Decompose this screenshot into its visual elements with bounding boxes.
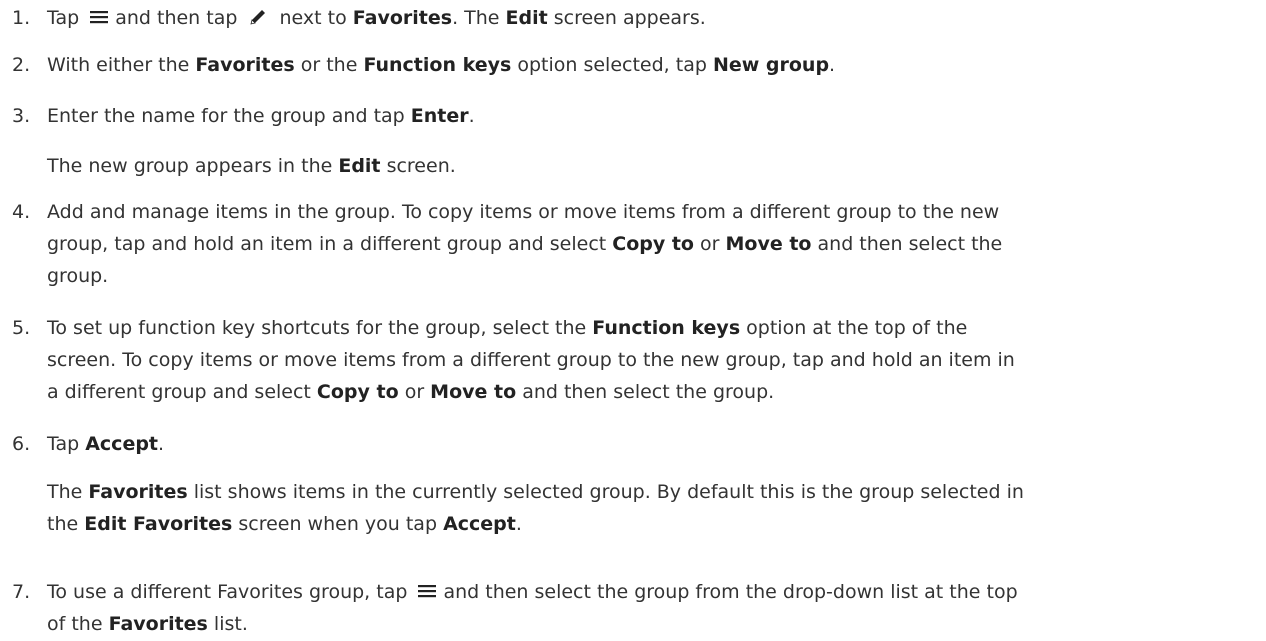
step-note-line-2: the Edit Favorites screen when you tap A… <box>47 513 522 535</box>
step-text-line-2: group, tap and hold an item in a differe… <box>47 233 1003 255</box>
hamburger-menu-icon <box>89 7 111 27</box>
step-text-line-1: To set up function key shortcuts for the… <box>47 317 968 339</box>
step-text-line-1: To use a different Favorites group, tap … <box>47 581 1018 603</box>
step-text-line-3: group. <box>47 265 109 287</box>
step-text: With either the Favorites or the Functio… <box>47 54 836 76</box>
step-number: 1. <box>12 7 31 29</box>
step-text: Enter the name for the group and tap Ent… <box>47 105 475 127</box>
step-text: Tap Accept. <box>47 433 165 455</box>
step-text-line-2: of the Favorites list. <box>47 613 248 635</box>
step-number: 3. <box>12 105 31 127</box>
step-number: 6. <box>12 433 31 455</box>
step-text: Tap and then tap next to Favorites. The … <box>47 7 706 29</box>
step-number: 4. <box>12 201 31 223</box>
step-number: 2. <box>12 54 31 76</box>
step-note-line-1: The Favorites list shows items in the cu… <box>47 481 1024 503</box>
step-number: 5. <box>12 317 31 339</box>
step-text-line-2: screen. To copy items or move items from… <box>47 349 1015 371</box>
step-text-line-3: a different group and select Copy to or … <box>47 381 775 403</box>
hamburger-menu-icon <box>417 581 439 601</box>
step-number: 7. <box>12 581 31 603</box>
step-text-line-1: Add and manage items in the group. To co… <box>47 201 1000 223</box>
step-note: The new group appears in the Edit screen… <box>47 155 456 177</box>
pencil-edit-icon <box>247 7 269 27</box>
